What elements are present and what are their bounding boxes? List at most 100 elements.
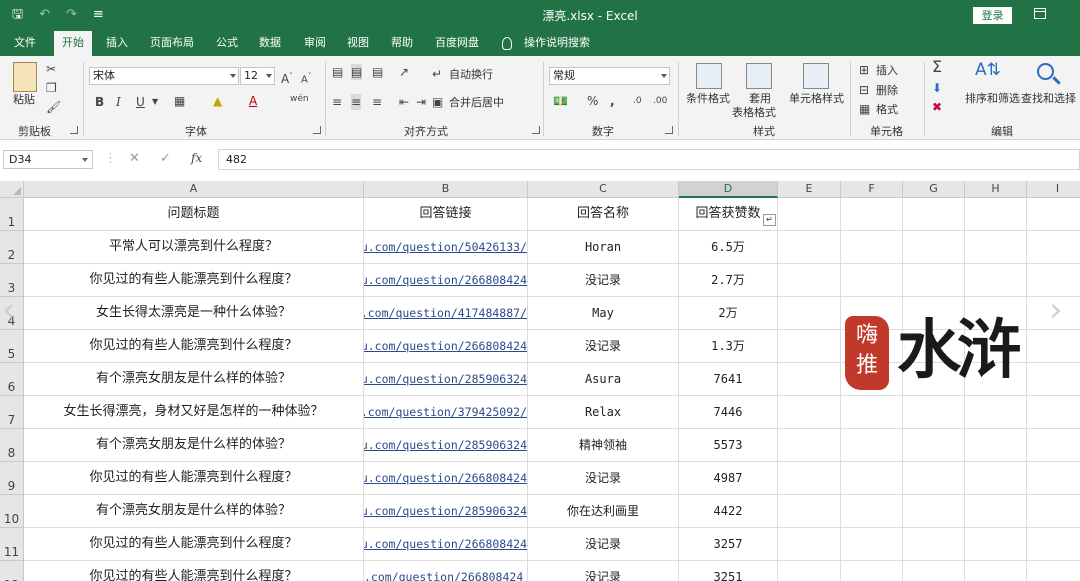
- align-top-icon[interactable]: ▤: [332, 64, 343, 80]
- empty-cell[interactable]: [903, 396, 965, 429]
- empty-cell[interactable]: [778, 528, 841, 561]
- insert-cells-button[interactable]: 插入: [876, 63, 898, 79]
- empty-cell[interactable]: [965, 561, 1027, 581]
- table-cell[interactable]: 你见过的有些人能漂亮到什么程度？: [24, 330, 364, 363]
- empty-cell[interactable]: [903, 561, 965, 581]
- empty-cell[interactable]: [1027, 462, 1080, 495]
- table-cell[interactable]: 没记录: [528, 330, 679, 363]
- comma-style-icon[interactable]: ,: [610, 93, 615, 109]
- format-painter-icon[interactable]: 🖌: [46, 99, 61, 115]
- table-cell[interactable]: u.com/question/50426133/: [364, 231, 528, 264]
- table-cell[interactable]: May: [528, 297, 679, 330]
- alignment-launcher-icon[interactable]: [532, 126, 540, 134]
- table-cell[interactable]: 有个漂亮女朋友是什么样的体验？: [24, 363, 364, 396]
- empty-cell[interactable]: [965, 396, 1027, 429]
- formula-input[interactable]: 482: [218, 149, 1080, 170]
- clipboard-launcher-icon[interactable]: [70, 126, 78, 134]
- align-right-icon[interactable]: ≡: [372, 94, 382, 110]
- empty-cell[interactable]: [965, 198, 1027, 231]
- tab-insert[interactable]: 插入: [106, 31, 128, 56]
- row-header[interactable]: 9: [0, 462, 24, 495]
- font-size-combo[interactable]: 12: [240, 67, 275, 85]
- table-cell[interactable]: u.com/question/285906324: [364, 363, 528, 396]
- increase-decimal-icon[interactable]: .0: [633, 93, 642, 109]
- accounting-format-icon[interactable]: 💵: [553, 93, 568, 109]
- header-cell[interactable]: 回答名称: [528, 198, 679, 231]
- insert-function-icon[interactable]: fx: [191, 151, 202, 165]
- cut-icon[interactable]: ✂: [46, 61, 56, 77]
- table-cell[interactable]: 你见过的有些人能漂亮到什么程度？: [24, 561, 364, 581]
- border-icon[interactable]: ▦: [174, 93, 185, 109]
- hyperlink[interactable]: .com/question/266808424: [364, 570, 523, 581]
- empty-cell[interactable]: [903, 462, 965, 495]
- column-header-e[interactable]: E: [778, 181, 841, 198]
- table-cell[interactable]: Horan: [528, 231, 679, 264]
- chevron-right-icon[interactable]: ›: [1049, 290, 1071, 330]
- empty-cell[interactable]: [841, 396, 903, 429]
- hyperlink[interactable]: .com/question/417484887/: [364, 306, 527, 320]
- chevron-left-icon[interactable]: ‹: [2, 290, 24, 330]
- row-header[interactable]: 1: [0, 198, 24, 231]
- font-color-icon[interactable]: A: [249, 93, 257, 109]
- hyperlink[interactable]: u.com/question/266808424: [364, 537, 527, 551]
- table-cell[interactable]: .com/question/417484887/: [364, 297, 528, 330]
- row-header[interactable]: 10: [0, 495, 24, 528]
- table-cell[interactable]: 你见过的有些人能漂亮到什么程度？: [24, 264, 364, 297]
- font-name-combo[interactable]: 宋体: [89, 67, 239, 85]
- hyperlink[interactable]: u.com/question/266808424: [364, 273, 527, 287]
- hyperlink[interactable]: u.com/question/285906324: [364, 372, 527, 386]
- table-cell[interactable]: 女生长得太漂亮是一种什么体验？: [24, 297, 364, 330]
- wrap-text-button[interactable]: 自动换行: [449, 67, 493, 83]
- table-cell[interactable]: 3251: [679, 561, 778, 581]
- table-cell[interactable]: .com/question/379425092/: [364, 396, 528, 429]
- select-all-button[interactable]: [0, 181, 24, 198]
- table-cell[interactable]: 你见过的有些人能漂亮到什么程度？: [24, 462, 364, 495]
- fill-icon[interactable]: ⬇: [932, 80, 942, 96]
- empty-cell[interactable]: [841, 198, 903, 231]
- row-header[interactable]: 6: [0, 363, 24, 396]
- row-header[interactable]: 8: [0, 429, 24, 462]
- paste-options-icon[interactable]: ↵: [763, 214, 776, 226]
- orientation-icon[interactable]: ↗: [399, 64, 409, 80]
- table-cell[interactable]: 平常人可以漂亮到什么程度？: [24, 231, 364, 264]
- table-cell[interactable]: 3257: [679, 528, 778, 561]
- tell-me-search[interactable]: 操作说明搜索: [524, 31, 590, 56]
- increase-indent-icon[interactable]: ⇥: [416, 94, 426, 110]
- empty-cell[interactable]: [965, 231, 1027, 264]
- empty-cell[interactable]: [778, 561, 841, 581]
- table-cell[interactable]: 你见过的有些人能漂亮到什么程度？: [24, 528, 364, 561]
- row-header[interactable]: 7: [0, 396, 24, 429]
- empty-cell[interactable]: [903, 528, 965, 561]
- empty-cell[interactable]: [1027, 429, 1080, 462]
- table-cell[interactable]: 5573: [679, 429, 778, 462]
- table-cell[interactable]: 没记录: [528, 561, 679, 581]
- empty-cell[interactable]: [965, 528, 1027, 561]
- empty-cell[interactable]: [903, 429, 965, 462]
- table-cell[interactable]: 有个漂亮女朋友是什么样的体验？: [24, 495, 364, 528]
- empty-cell[interactable]: [1027, 231, 1080, 264]
- empty-cell[interactable]: [778, 231, 841, 264]
- align-left-icon[interactable]: ≡: [332, 94, 342, 110]
- table-cell[interactable]: 没记录: [528, 462, 679, 495]
- column-header-h[interactable]: H: [965, 181, 1027, 198]
- empty-cell[interactable]: [778, 429, 841, 462]
- fill-color-icon[interactable]: ▲: [213, 93, 222, 109]
- empty-cell[interactable]: [1027, 198, 1080, 231]
- number-format-combo[interactable]: 常规: [549, 67, 670, 85]
- table-cell[interactable]: Asura: [528, 363, 679, 396]
- tab-home[interactable]: 开始: [54, 31, 92, 56]
- tab-baidu-netdisk[interactable]: 百度网盘: [435, 31, 479, 56]
- font-launcher-icon[interactable]: [313, 126, 321, 134]
- cell-styles-button[interactable]: 单元格样式: [789, 91, 844, 107]
- table-cell[interactable]: 女生长得漂亮，身材又好是怎样的一种体验？: [24, 396, 364, 429]
- table-cell[interactable]: u.com/question/285906324: [364, 495, 528, 528]
- column-header-f[interactable]: F: [841, 181, 903, 198]
- table-cell[interactable]: 有个漂亮女朋友是什么样的体验？: [24, 429, 364, 462]
- table-cell[interactable]: .com/question/266808424: [364, 561, 528, 581]
- increase-font-icon[interactable]: A˄: [281, 68, 293, 87]
- merge-center-button[interactable]: 合并后居中: [449, 95, 504, 111]
- empty-cell[interactable]: [903, 198, 965, 231]
- tab-formulas[interactable]: 公式: [216, 31, 238, 56]
- tab-data[interactable]: 数据: [259, 31, 281, 56]
- chevron-down-icon[interactable]: ▼: [152, 94, 158, 110]
